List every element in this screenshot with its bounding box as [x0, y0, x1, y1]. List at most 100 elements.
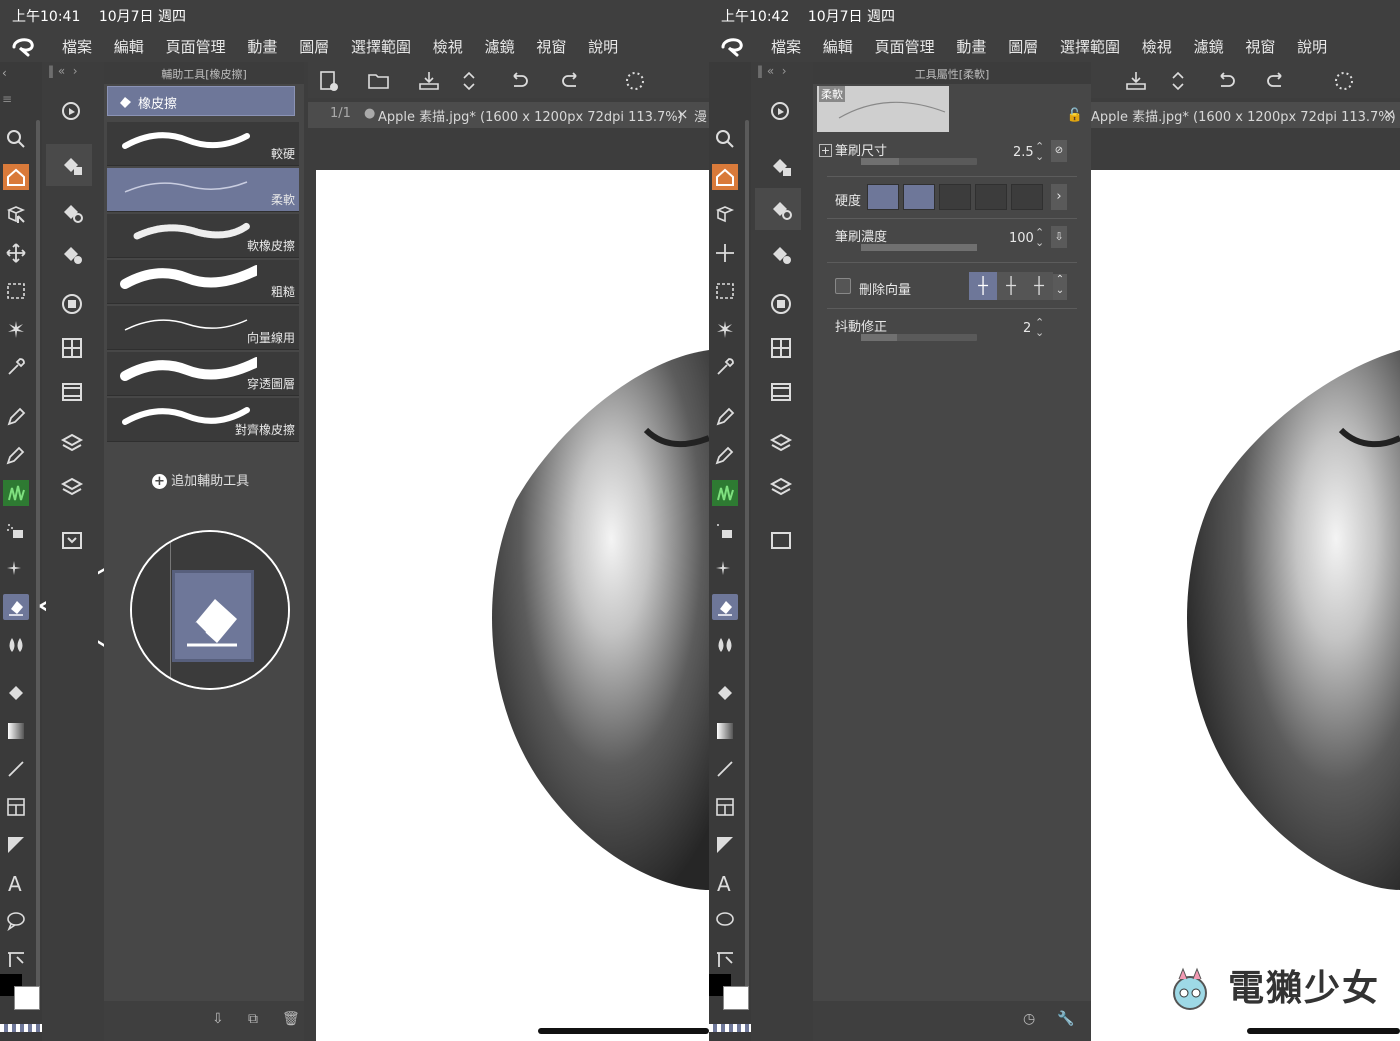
- selection-icon[interactable]: [3, 278, 29, 304]
- redo-icon[interactable]: [558, 68, 584, 94]
- menu-help[interactable]: 說明: [1297, 38, 1327, 56]
- hardness-segment[interactable]: [1011, 184, 1043, 210]
- subtool-panel-icon[interactable]: [767, 152, 795, 180]
- auto-select-icon[interactable]: [712, 316, 738, 342]
- brush-item-vector[interactable]: 向量線用: [107, 306, 299, 350]
- stepper-icon[interactable]: ⌃ ⌄: [1053, 274, 1067, 300]
- color-wheel-icon[interactable]: [58, 290, 86, 318]
- brush-density-slider[interactable]: [861, 244, 977, 251]
- trash-icon[interactable]: 🗑: [282, 1011, 300, 1027]
- save-icon[interactable]: [1123, 68, 1149, 94]
- clip-studio-logo-icon[interactable]: [10, 35, 38, 57]
- transparent-color-icon[interactable]: [0, 1024, 42, 1032]
- document-tab[interactable]: 1/1 ● Apple 素描.jpg* (1600 x 1200px 72dpi…: [308, 102, 709, 128]
- menu-view[interactable]: 檢視: [1142, 38, 1172, 56]
- layer-icon[interactable]: [767, 474, 795, 502]
- clip-studio-logo-icon[interactable]: [719, 35, 747, 57]
- panel-collapse-icon[interactable]: ‖ « ›: [757, 64, 787, 78]
- hardness-segment[interactable]: [939, 184, 971, 210]
- blend-icon[interactable]: [3, 632, 29, 658]
- zoom-icon[interactable]: [712, 126, 738, 152]
- duplicate-icon[interactable]: ⧉: [248, 1011, 258, 1027]
- brush-item-through-layer[interactable]: 穿透圖層: [107, 352, 299, 396]
- new-page-icon[interactable]: [316, 68, 342, 94]
- stepper-icon[interactable]: ⌃ ⌄: [1035, 317, 1044, 338]
- menu-layer[interactable]: 圖層: [299, 38, 329, 56]
- menu-page[interactable]: 頁面管理: [875, 38, 935, 56]
- close-tab-icon[interactable]: ×: [676, 105, 689, 123]
- timeline-icon[interactable]: [767, 378, 795, 406]
- balloon-icon[interactable]: [712, 908, 738, 934]
- stepper-icon[interactable]: ⌃ ⌄: [1035, 227, 1044, 248]
- correct-line-icon[interactable]: [3, 946, 29, 972]
- brush-item-soft[interactable]: 柔軟: [107, 168, 299, 212]
- download-icon[interactable]: ⇩: [1051, 226, 1067, 248]
- panel-collapse-icon[interactable]: ‖ « ›: [48, 64, 78, 78]
- frame-border-icon[interactable]: [712, 794, 738, 820]
- brush-density-row[interactable]: 筆刷濃度 100 ⌃ ⌄ ⇩: [825, 226, 1077, 256]
- ruler-icon[interactable]: [712, 832, 738, 858]
- sub-color-swatch[interactable]: [14, 986, 40, 1010]
- next-tab-label[interactable]: 漫: [694, 106, 707, 125]
- subtool-panel-icon[interactable]: [46, 144, 92, 186]
- airbrush-icon[interactable]: [3, 518, 29, 544]
- drawing-canvas[interactable]: [316, 170, 709, 1041]
- pencil-icon[interactable]: [3, 442, 29, 468]
- lock-icon[interactable]: 🔓: [1067, 108, 1083, 123]
- airbrush-icon[interactable]: [712, 518, 738, 544]
- pen-icon[interactable]: [3, 404, 29, 430]
- menu-selection[interactable]: 選擇範圍: [351, 38, 411, 56]
- menu-view[interactable]: 檢視: [433, 38, 463, 56]
- balloon-icon[interactable]: [3, 908, 29, 934]
- material-icon[interactable]: [767, 526, 795, 554]
- figure-icon[interactable]: [3, 756, 29, 782]
- timeline-icon[interactable]: [58, 378, 86, 406]
- redo-icon[interactable]: [1263, 68, 1289, 94]
- clock-icon[interactable]: ◷: [1023, 1011, 1035, 1027]
- decoration-icon[interactable]: [712, 556, 738, 582]
- save-icon[interactable]: [416, 68, 442, 94]
- menu-layer[interactable]: 圖層: [1008, 38, 1038, 56]
- layer-property-icon[interactable]: [58, 430, 86, 458]
- object-select-icon[interactable]: [712, 202, 738, 228]
- collapse-left-icon[interactable]: ‹: [2, 66, 7, 80]
- vector-mode-intersect-icon[interactable]: ┼: [1025, 272, 1053, 300]
- stabilization-row[interactable]: 抖動修正 2 ⌃ ⌄: [825, 316, 1077, 346]
- vector-mode-selector[interactable]: ┼ ┼ ┼: [969, 272, 1053, 300]
- tool-property-icon[interactable]: [755, 188, 801, 230]
- fill-icon[interactable]: [3, 680, 29, 706]
- chevron-right-icon[interactable]: ›: [1051, 184, 1067, 210]
- add-subtool-button[interactable]: + 追加輔助工具: [152, 470, 249, 489]
- correct-line-icon[interactable]: [712, 946, 738, 972]
- tool-property-icon[interactable]: [58, 198, 86, 226]
- menu-help[interactable]: 說明: [588, 38, 618, 56]
- move-icon[interactable]: [3, 240, 29, 266]
- sub-color-swatch[interactable]: [723, 986, 749, 1010]
- loading-icon[interactable]: [1331, 68, 1357, 94]
- loading-icon[interactable]: [622, 68, 648, 94]
- document-tab[interactable]: Apple 素描.jpg* (1600 x 1200px 72dpi 113.7…: [1091, 102, 1400, 128]
- updown-icon[interactable]: [1165, 68, 1191, 94]
- brush-size-icon[interactable]: [767, 240, 795, 268]
- pen-icon[interactable]: [712, 404, 738, 430]
- import-icon[interactable]: ⇩: [212, 1011, 224, 1027]
- menu-filter[interactable]: 濾鏡: [485, 38, 515, 56]
- layer-icon[interactable]: [58, 474, 86, 502]
- brush-item-hard[interactable]: 較硬: [107, 122, 299, 166]
- toolbar-scrollbar[interactable]: [745, 120, 749, 1010]
- undo-icon[interactable]: [1213, 68, 1239, 94]
- eyedropper-icon[interactable]: [712, 354, 738, 380]
- pencil-icon[interactable]: [712, 442, 738, 468]
- stepper-icon[interactable]: ⌃ ⌄: [1035, 141, 1044, 162]
- eraser-icon[interactable]: [712, 594, 738, 620]
- brush-icon[interactable]: [712, 480, 738, 506]
- menu-file[interactable]: 檔案: [62, 38, 92, 56]
- brush-item-rough[interactable]: 粗糙: [107, 260, 299, 304]
- decoration-icon[interactable]: [3, 556, 29, 582]
- updown-icon[interactable]: [456, 68, 482, 94]
- gradient-icon[interactable]: [712, 718, 738, 744]
- close-tab-icon[interactable]: ×: [1383, 105, 1396, 123]
- figure-icon[interactable]: [712, 756, 738, 782]
- material-icon[interactable]: [58, 526, 86, 554]
- subtool-group-eraser[interactable]: 橡皮擦: [107, 86, 295, 116]
